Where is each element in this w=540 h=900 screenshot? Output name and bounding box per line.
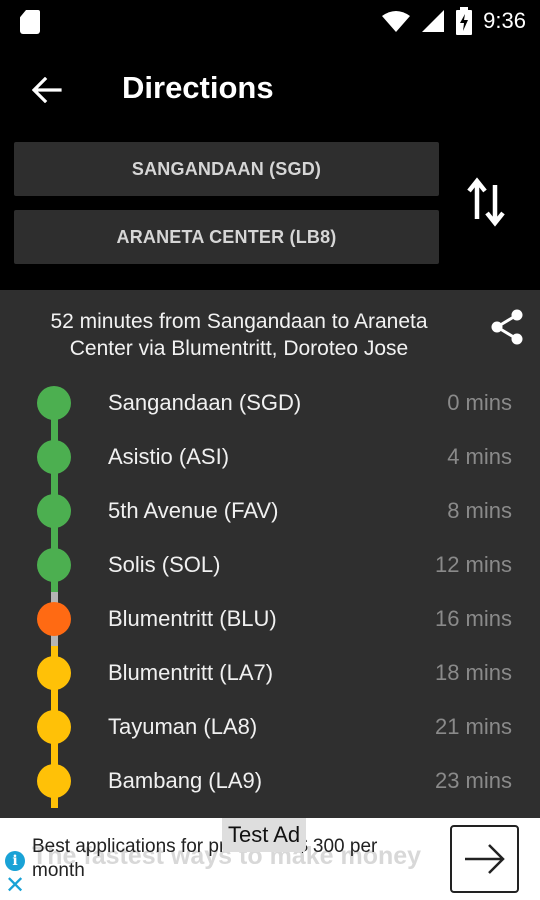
back-button[interactable] [22, 66, 72, 114]
station-selector: SANGANDAAN (SGD) ARANETA CENTER (LB8) [0, 138, 540, 290]
ad-banner[interactable]: i ✕ The fastest ways to make money Best … [0, 818, 540, 900]
stop-time: 16 mins [434, 606, 512, 631]
status-icons: 9:36 [381, 6, 526, 36]
stop-name: 5th Avenue (FAV) [108, 498, 279, 523]
close-icon[interactable]: ✕ [5, 874, 25, 898]
stop-time: 4 mins [447, 444, 512, 469]
route-panel: 52 minutes from Sangandaan to Araneta Ce… [0, 290, 540, 818]
destination-station-button[interactable]: ARANETA CENTER (LB8) [14, 210, 439, 264]
status-time: 9:36 [483, 8, 526, 33]
stop-marker [37, 548, 71, 582]
toolbar: Directions [0, 42, 540, 138]
stop-row[interactable]: Blumentritt (BLU) 16 mins [0, 592, 540, 646]
stop-time: 18 mins [434, 660, 512, 685]
origin-station-button[interactable]: SANGANDAAN (SGD) [14, 142, 439, 196]
stop-row[interactable]: Tayuman (LA8) 21 mins [0, 700, 540, 754]
stop-time: 8 mins [447, 498, 512, 523]
stop-row[interactable]: Asistio (ASI) 4 mins [0, 430, 540, 484]
wifi-icon [382, 11, 411, 32]
share-button[interactable] [488, 308, 526, 346]
sd-card-icon [20, 10, 40, 34]
share-icon [491, 309, 523, 345]
stop-row[interactable]: Solis (SOL) 12 mins [0, 538, 540, 592]
stop-name: Blumentritt (BLU) [108, 606, 277, 631]
stop-name: Sangandaan (SGD) [108, 390, 302, 415]
route-summary: 52 minutes from Sangandaan to Araneta Ce… [50, 310, 428, 360]
test-ad-label: Test Ad [222, 818, 307, 852]
stop-marker [37, 764, 71, 798]
stop-marker [37, 494, 71, 528]
stop-time: 23 mins [434, 768, 512, 793]
stop-name: Solis (SOL) [108, 552, 221, 577]
ad-open-button[interactable] [450, 825, 519, 893]
swap-stations-button[interactable] [458, 170, 514, 234]
battery-charging-icon [456, 7, 473, 35]
stop-marker [37, 710, 71, 744]
stop-marker [37, 656, 71, 690]
stop-row[interactable]: 5th Avenue (FAV) 8 mins [0, 484, 540, 538]
cellular-signal-icon [422, 10, 445, 32]
stop-time: 12 mins [434, 552, 512, 577]
stop-name: Blumentritt (LA7) [108, 660, 274, 685]
stop-name: Tayuman (LA8) [108, 714, 258, 739]
stop-marker [37, 602, 71, 636]
stop-time: 0 mins [447, 390, 512, 415]
stop-name: Bambang (LA9) [108, 768, 263, 793]
stop-row[interactable]: Blumentritt (LA7) 18 mins [0, 646, 540, 700]
stop-marker [37, 386, 71, 420]
stop-marker [37, 440, 71, 474]
arrow-right-icon [464, 844, 505, 874]
stop-name: Asistio (ASI) [108, 444, 230, 469]
stop-row[interactable]: Sangandaan (SGD) 0 mins [0, 376, 540, 430]
stop-row[interactable]: Bambang (LA9) 23 mins [0, 754, 540, 808]
page-title: Directions [122, 70, 274, 105]
swap-vertical-icon [467, 177, 505, 227]
info-icon[interactable]: i [5, 851, 25, 871]
stop-list: Sangandaan (SGD) 0 mins Asistio (ASI) 4 … [0, 376, 540, 808]
arrow-left-icon [32, 77, 62, 103]
stop-time: 21 mins [434, 714, 512, 739]
status-bar: 9:36 [0, 0, 540, 42]
